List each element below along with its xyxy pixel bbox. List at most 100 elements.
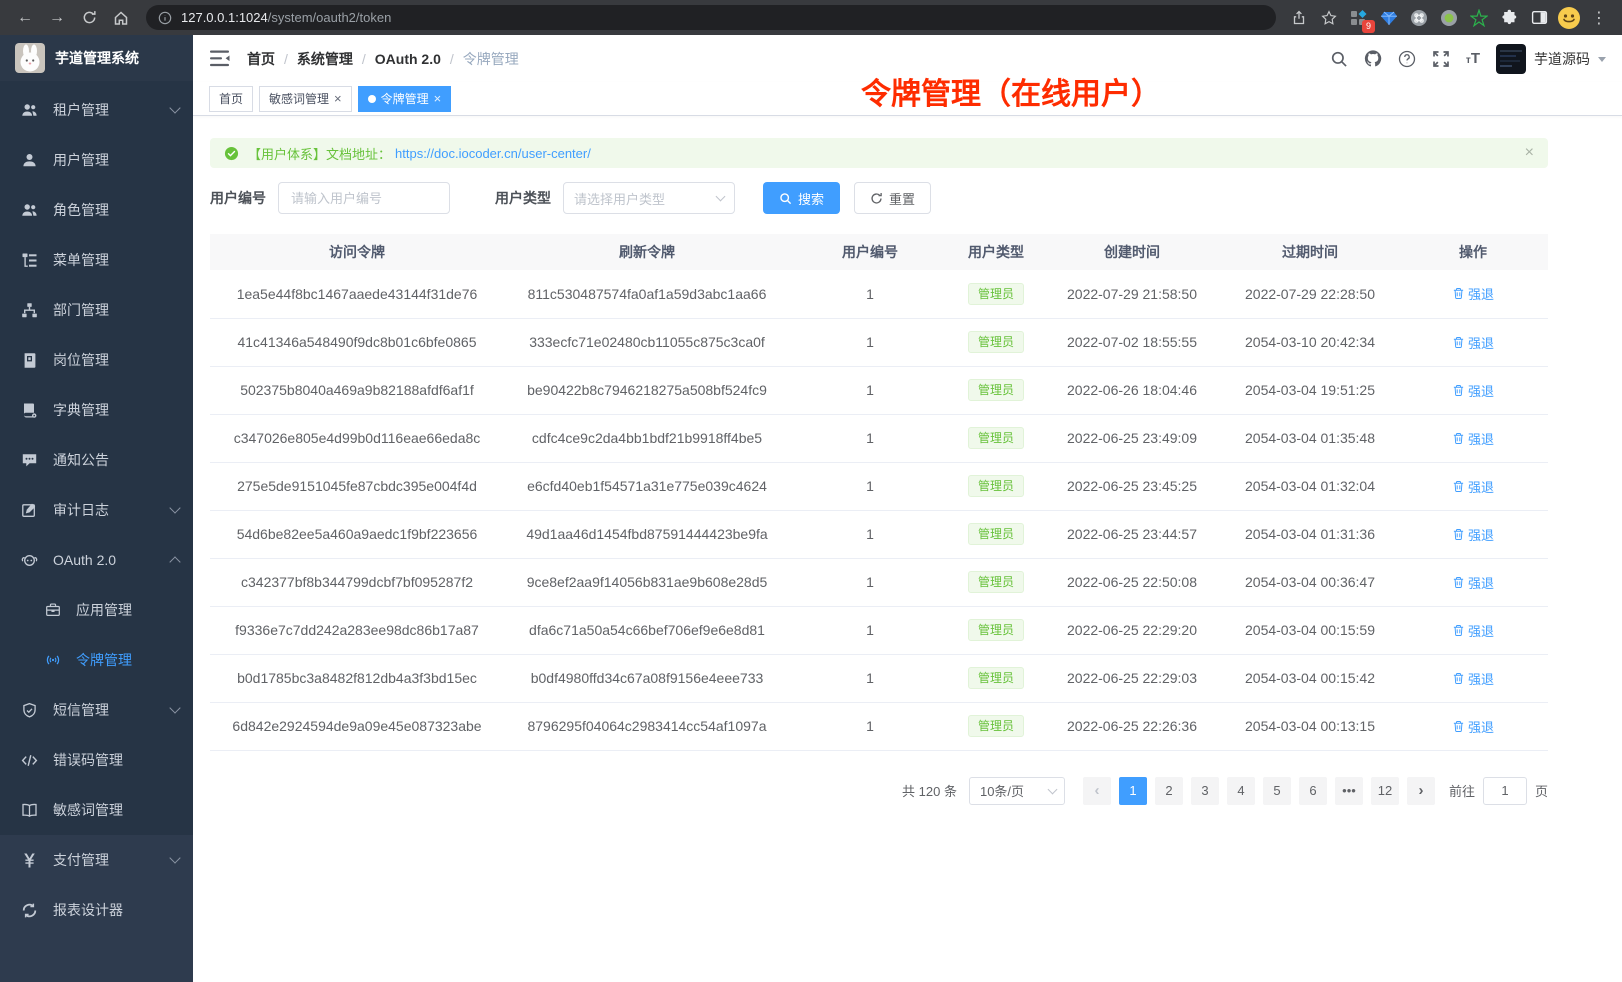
force-logout-button[interactable]: 强退: [1452, 284, 1494, 303]
goto-page-input[interactable]: [1483, 777, 1527, 805]
sidebar-item-dict[interactable]: 字典管理: [0, 385, 193, 435]
help-icon[interactable]: [1398, 50, 1416, 68]
force-logout-button[interactable]: 强退: [1452, 717, 1494, 736]
breadcrumb: 首页/系统管理/OAuth 2.0/令牌管理: [247, 49, 519, 69]
breadcrumb-item[interactable]: 首页: [247, 49, 275, 69]
site-info-icon[interactable]: [158, 11, 172, 25]
more-pages-button[interactable]: •••: [1335, 777, 1363, 805]
force-logout-label: 强退: [1468, 381, 1494, 400]
tab-close-icon[interactable]: ×: [334, 92, 342, 105]
column-header: 用户类型: [950, 234, 1042, 270]
force-logout-button[interactable]: 强退: [1452, 333, 1494, 352]
tab-sensitive-word[interactable]: 敏感词管理×: [259, 86, 352, 112]
actions-cell: 强退: [1398, 270, 1548, 318]
header-search-icon[interactable]: [1330, 50, 1348, 68]
extension-green-dot-icon[interactable]: [1436, 5, 1462, 31]
fullscreen-icon[interactable]: [1432, 50, 1450, 68]
alert-close-icon[interactable]: ×: [1525, 145, 1534, 161]
sidebar-item-user[interactable]: 用户管理: [0, 135, 193, 185]
column-header: 操作: [1398, 234, 1548, 270]
browser-profile-avatar[interactable]: [1556, 5, 1582, 31]
sidebar-item-label: 租户管理: [53, 100, 171, 120]
page-button-5[interactable]: 5: [1263, 777, 1291, 805]
collapse-sidebar-icon[interactable]: [209, 50, 231, 68]
font-size-icon[interactable]: тT: [1466, 50, 1480, 67]
tab-close-icon[interactable]: ×: [434, 92, 442, 105]
tab-home[interactable]: 首页: [209, 86, 253, 112]
sidebar-item-oauth2-token[interactable]: 令牌管理: [0, 635, 193, 685]
sidebar-item-audit-log[interactable]: 审计日志: [0, 485, 193, 535]
search-button[interactable]: 搜索: [763, 182, 840, 214]
sidebar-item-tenant[interactable]: 租户管理: [0, 85, 193, 135]
doc-link[interactable]: https://doc.iocoder.cn/user-center/: [395, 146, 591, 161]
page-button-2[interactable]: 2: [1155, 777, 1183, 805]
address-bar[interactable]: 127.0.0.1:1024 /system/oauth2/token: [146, 5, 1276, 30]
force-logout-button[interactable]: 强退: [1452, 477, 1494, 496]
user-id-input[interactable]: [278, 182, 450, 214]
extensions-puzzle-button[interactable]: [1496, 5, 1522, 31]
github-icon[interactable]: [1364, 50, 1382, 68]
browser-home-button[interactable]: [106, 4, 136, 32]
reset-button[interactable]: 重置: [854, 182, 931, 214]
created-at-cell: 2022-06-25 22:29:03: [1042, 654, 1222, 702]
sidebar-item-error-code[interactable]: 错误码管理: [0, 735, 193, 785]
breadcrumb-item[interactable]: OAuth 2.0: [375, 51, 441, 67]
force-logout-button[interactable]: 强退: [1452, 429, 1494, 448]
sidebar-item-role[interactable]: 角色管理: [0, 185, 193, 235]
actions-cell: 强退: [1398, 414, 1548, 462]
bookmark-button[interactable]: [1316, 5, 1342, 31]
sidebar-item-label: 字典管理: [53, 400, 179, 420]
force-logout-button[interactable]: 强退: [1452, 525, 1494, 544]
page-button-4[interactable]: 4: [1227, 777, 1255, 805]
url-host: 127.0.0.1:1024: [181, 10, 268, 25]
page-button-3[interactable]: 3: [1191, 777, 1219, 805]
sidebar-item-sensitive-word[interactable]: 敏感词管理: [0, 785, 193, 835]
dict-icon: [21, 402, 38, 419]
sidebar-item-notice[interactable]: 通知公告: [0, 435, 193, 485]
force-logout-button[interactable]: 强退: [1452, 669, 1494, 688]
extension-grid-diamond-icon[interactable]: 9: [1346, 5, 1372, 31]
table-row: 1ea5e44f8bc1467aaede43144f31de76811c5304…: [210, 270, 1548, 318]
sidebar-item-oauth2[interactable]: OAuth 2.0: [0, 535, 193, 585]
refresh-icon: [870, 192, 883, 205]
sidebar-item-menu[interactable]: 菜单管理: [0, 235, 193, 285]
extension-command-icon[interactable]: [1406, 5, 1432, 31]
page-size-select[interactable]: 10条/页: [969, 777, 1065, 805]
user-type-cell: 管理员: [950, 318, 1042, 366]
tab-token[interactable]: 令牌管理×: [358, 86, 452, 112]
page-button-6[interactable]: 6: [1299, 777, 1327, 805]
sidebar-item-post[interactable]: 岗位管理: [0, 335, 193, 385]
trash-icon: [1452, 528, 1465, 541]
reset-button-label: 重置: [889, 189, 915, 208]
next-page-button[interactable]: ›: [1407, 777, 1435, 805]
share-button[interactable]: [1286, 5, 1312, 31]
breadcrumb-item[interactable]: 系统管理: [297, 49, 353, 69]
side-panel-button[interactable]: [1526, 5, 1552, 31]
extension-star-icon[interactable]: [1466, 5, 1492, 31]
goto-label: 前往: [1449, 781, 1475, 800]
app-logo[interactable]: 芋道管理系统: [0, 35, 193, 81]
browser-reload-button[interactable]: [74, 4, 104, 32]
sidebar-item-sms[interactable]: 短信管理: [0, 685, 193, 735]
sidebar-item-report-designer[interactable]: 报表设计器: [0, 885, 193, 935]
browser-back-button[interactable]: ←: [10, 4, 40, 32]
user-type-select[interactable]: 请选择用户类型: [563, 182, 735, 214]
sidebar-item-dept[interactable]: 部门管理: [0, 285, 193, 335]
user-id-cell: 1: [790, 366, 950, 414]
user-type-tag: 管理员: [968, 667, 1024, 689]
force-logout-button[interactable]: 强退: [1452, 621, 1494, 640]
browser-menu-button[interactable]: ⋮: [1586, 5, 1612, 31]
user-type-cell: 管理员: [950, 558, 1042, 606]
page-button-12[interactable]: 12: [1371, 777, 1399, 805]
sidebar-item-oauth2-app[interactable]: 应用管理: [0, 585, 193, 635]
access-token-cell: 1ea5e44f8bc1467aaede43144f31de76: [210, 270, 504, 318]
browser-forward-button[interactable]: →: [42, 4, 72, 32]
force-logout-button[interactable]: 强退: [1452, 381, 1494, 400]
prev-page-button[interactable]: ‹: [1083, 777, 1111, 805]
page-button-1[interactable]: 1: [1119, 777, 1147, 805]
tenant-icon: [21, 102, 38, 119]
force-logout-button[interactable]: 强退: [1452, 573, 1494, 592]
sidebar-item-pay[interactable]: 支付管理: [0, 835, 193, 885]
user-menu[interactable]: 芋道源码: [1496, 44, 1606, 74]
extension-gem-icon[interactable]: [1376, 5, 1402, 31]
